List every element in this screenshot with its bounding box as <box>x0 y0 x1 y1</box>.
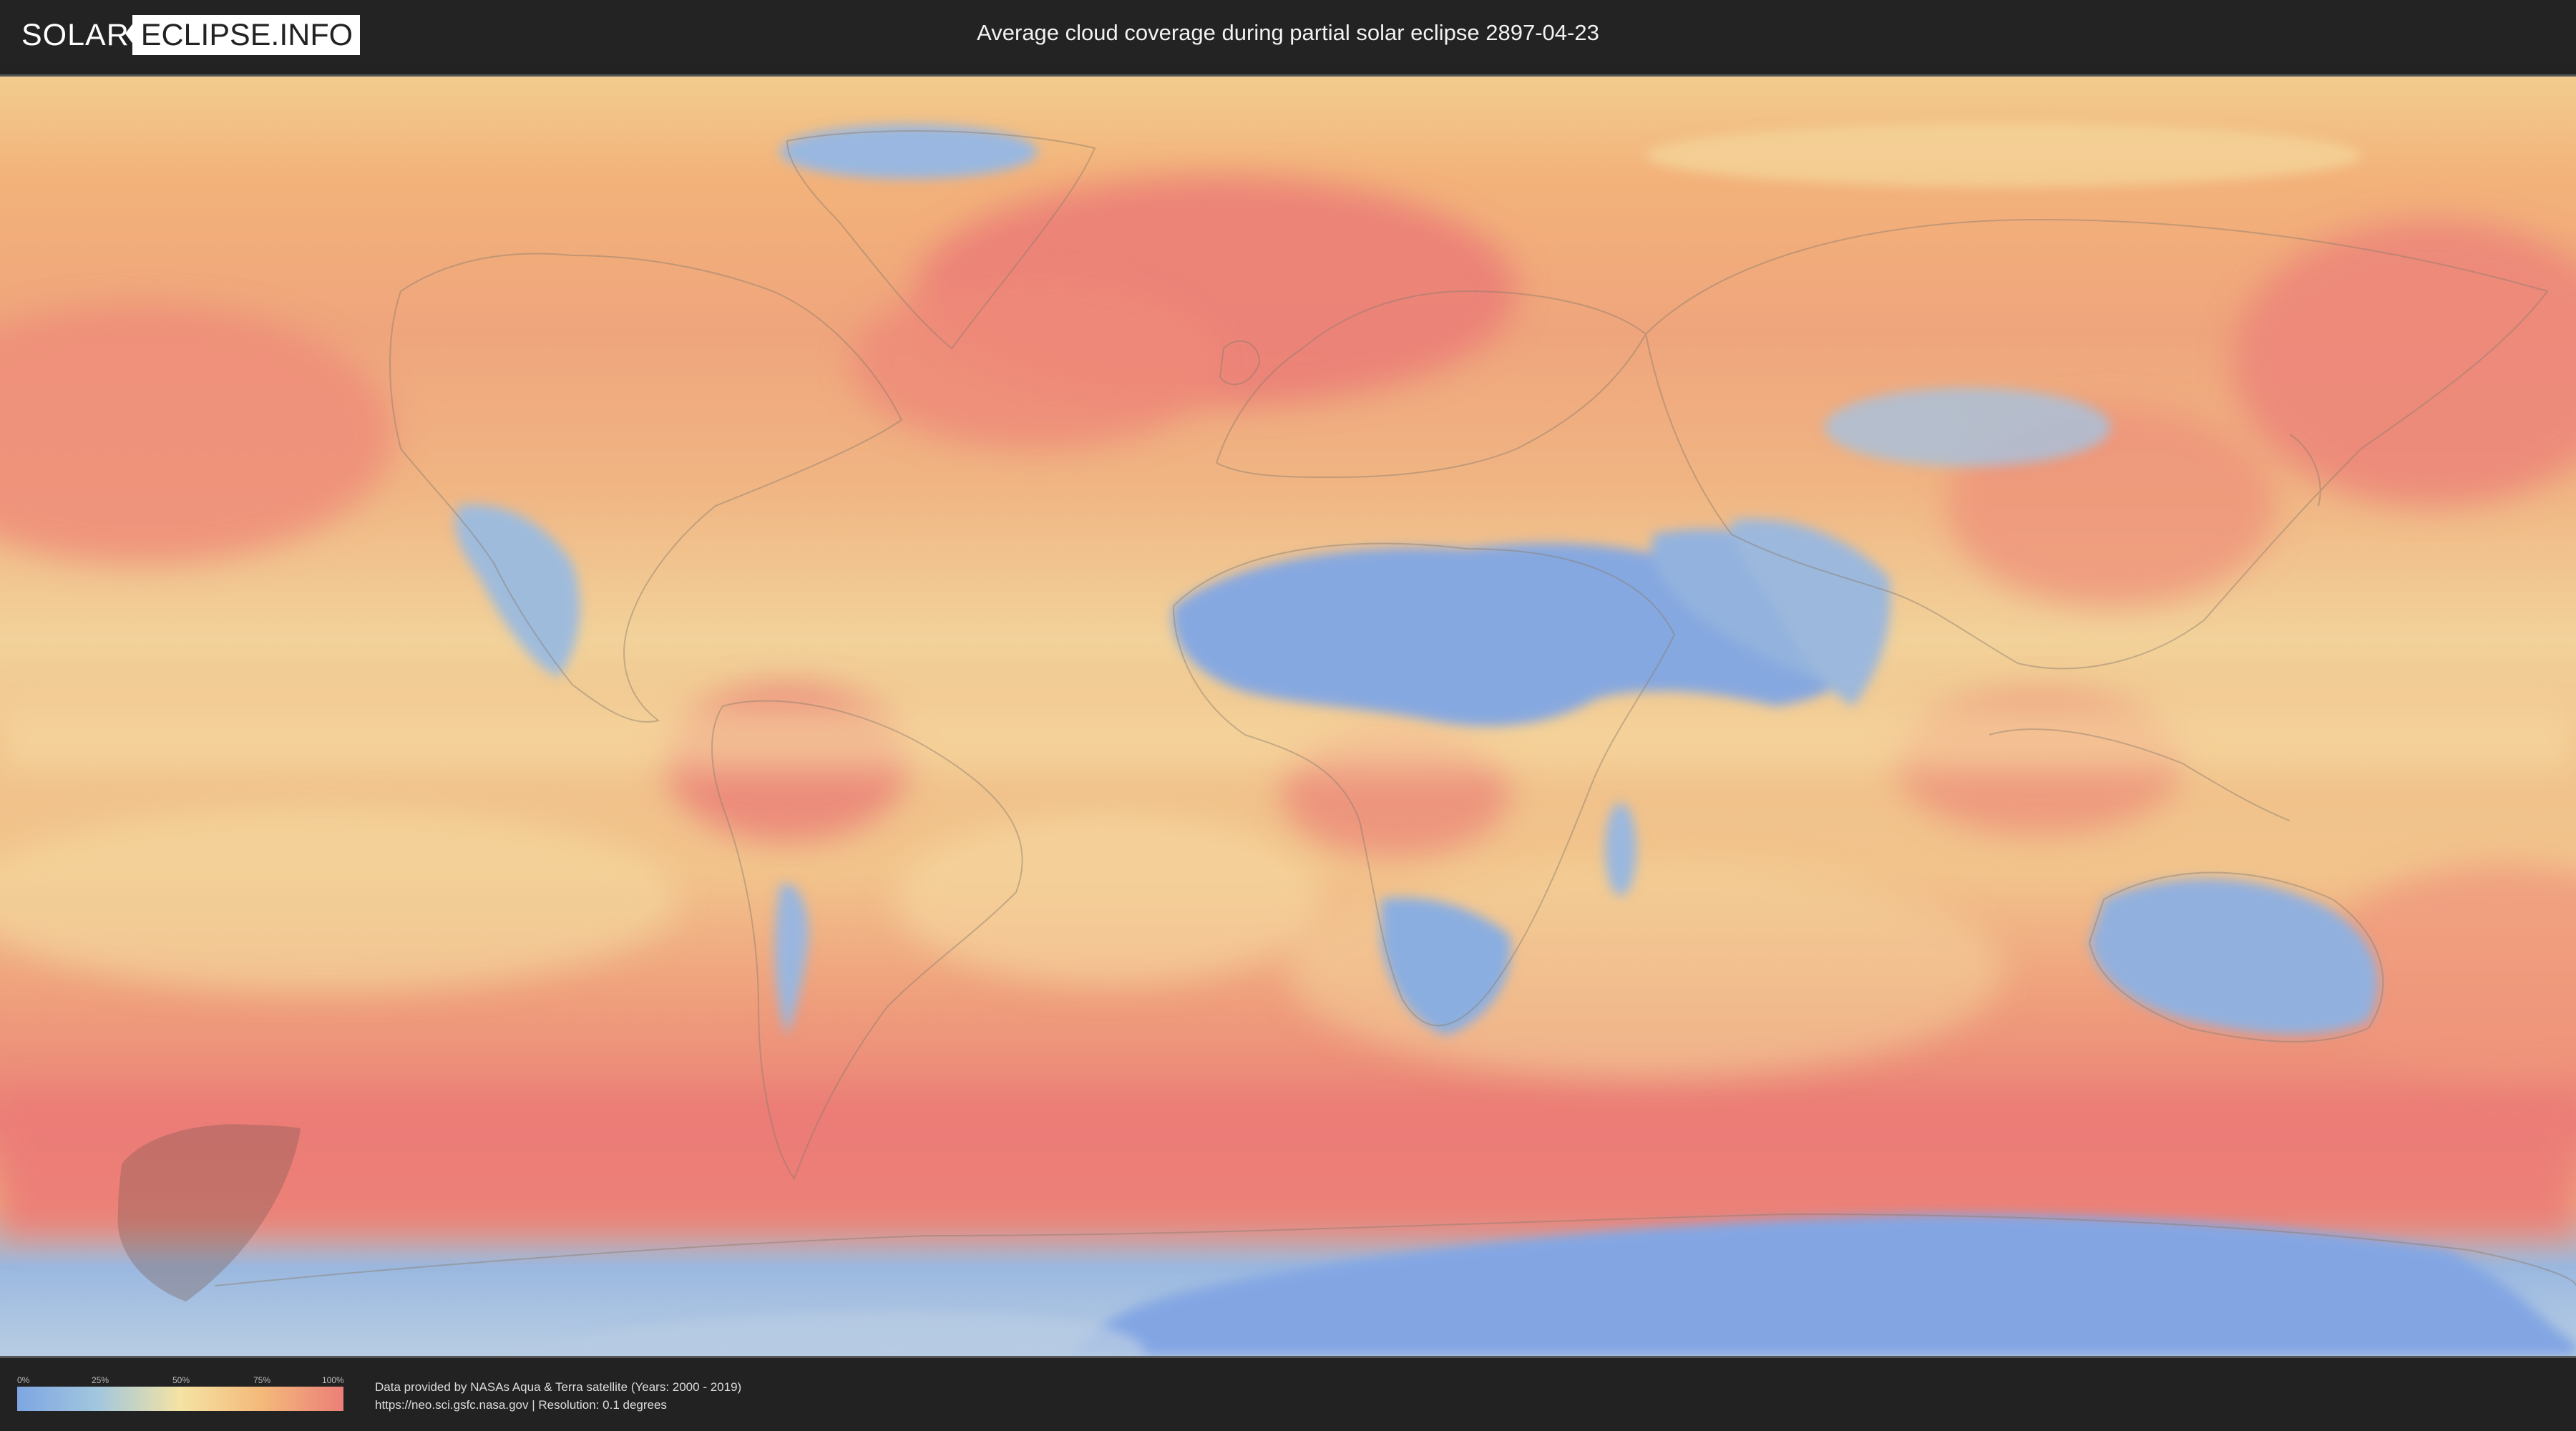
legend-tick-50: 50% <box>172 1375 190 1385</box>
header-bar: SOLAR ECLIPSE.INFO Average cloud coverag… <box>0 0 2576 70</box>
legend-tick-0: 0% <box>17 1375 30 1385</box>
legend-tick-75: 75% <box>253 1375 271 1385</box>
legend-tick-25: 25% <box>92 1375 109 1385</box>
legend-ticks: 0% 25% 50% 75% 100% <box>17 1375 344 1387</box>
data-credits: Data provided by NASAs Aqua & Terra sate… <box>375 1378 741 1414</box>
legend-gradient-bar <box>17 1387 343 1411</box>
page-title: Average cloud coverage during partial so… <box>977 20 1599 45</box>
credits-line-1: Data provided by NASAs Aqua & Terra sate… <box>375 1380 742 1394</box>
legend-tick-100: 100% <box>322 1375 344 1385</box>
cloud-coverage-map[interactable] <box>0 74 2576 1358</box>
color-legend: 0% 25% 50% 75% 100% <box>17 1375 344 1411</box>
world-map-svg <box>0 77 2576 1356</box>
credits-line-2[interactable]: https://neo.sci.gsfc.nasa.gov | Resoluti… <box>375 1396 741 1414</box>
